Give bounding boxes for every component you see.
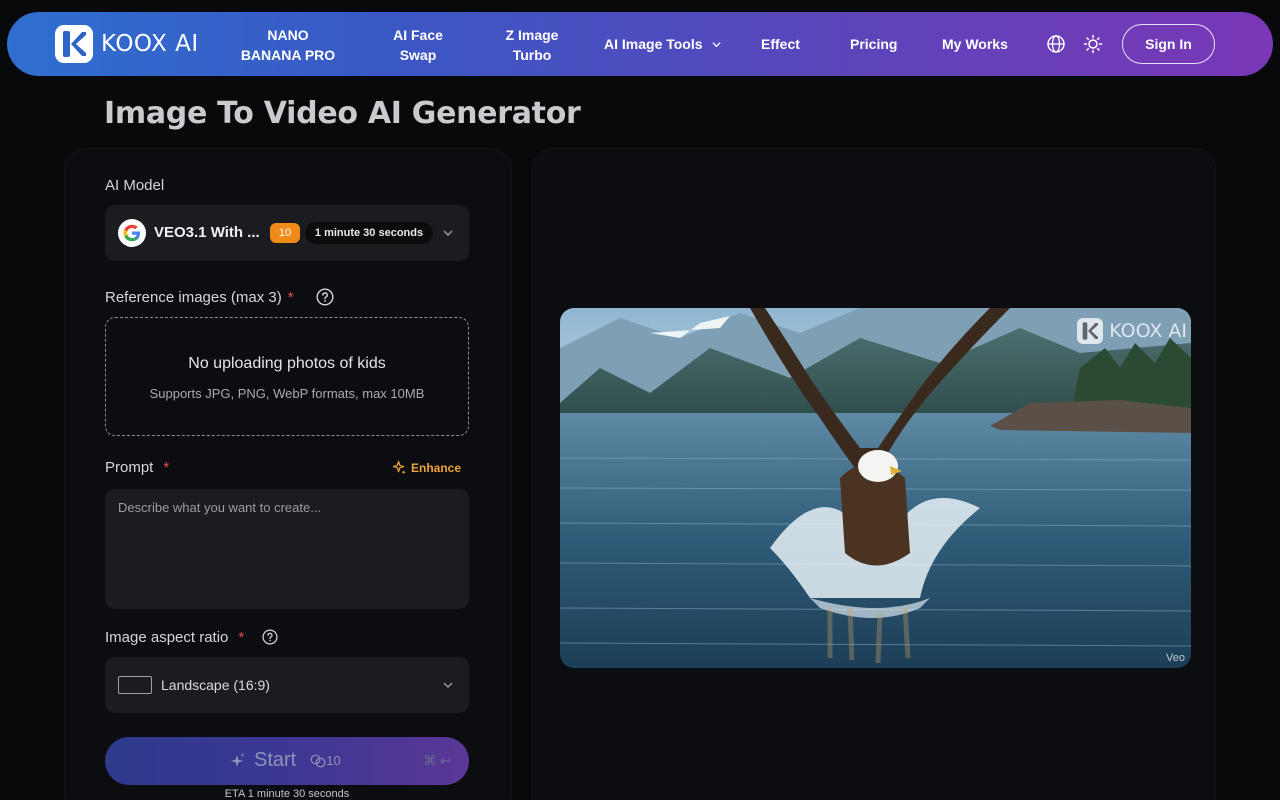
top-nav-bar: KOOX AI NANO BANANA PRO AI Face Swap Z I… [7, 12, 1273, 76]
veo-corner-mark: Veo [1166, 652, 1185, 664]
prompt-textarea[interactable] [105, 489, 469, 609]
sparkle-icon [392, 460, 407, 475]
start-label: Start [254, 749, 297, 771]
nav-link-face-line1: AI Face [393, 27, 443, 43]
nav-link-pricing[interactable]: Pricing [850, 34, 897, 54]
required-asterisk: * [163, 459, 170, 476]
nav-link-ai-face-swap[interactable]: AI Face Swap [383, 25, 453, 65]
nav-link-face-line2: Swap [399, 47, 437, 63]
preview-watermark: KOOX AI [1077, 318, 1187, 344]
nav-link-ai-image-tools-label: AI Image Tools [604, 36, 703, 52]
nav-link-z-image-turbo[interactable]: Z Image Turbo [495, 25, 569, 65]
required-asterisk: * [238, 629, 245, 646]
sun-theme-icon[interactable] [1083, 34, 1103, 54]
help-circle-icon[interactable] [316, 288, 334, 306]
brand-logo[interactable]: KOOX AI [55, 25, 199, 63]
google-logo-icon [118, 219, 146, 247]
start-credit-value: 10 [326, 753, 341, 768]
chevron-down-icon [711, 41, 721, 47]
nav-link-my-works[interactable]: My Works [942, 34, 1008, 54]
sign-in-button[interactable]: Sign In [1122, 24, 1215, 64]
brand-name: KOOX AI [101, 31, 199, 57]
model-credit-badge: 10 [270, 223, 300, 243]
globe-icon[interactable] [1046, 34, 1066, 54]
enhance-prompt-button[interactable]: Enhance [392, 460, 461, 475]
prompt-label: Prompt * [105, 459, 169, 476]
selected-aspect-ratio: Landscape (16:9) [161, 677, 270, 693]
aspect-ratio-label-text: Image aspect ratio [105, 629, 229, 646]
selected-model-name: VEO3.1 With ... [154, 224, 260, 241]
coins-icon [310, 754, 326, 767]
ai-model-select[interactable]: VEO3.1 With ... 10 1 minute 30 seconds [105, 205, 469, 261]
reference-images-label-text: Reference images (max 3) [105, 289, 282, 306]
nav-link-nano-line1: NANO [267, 27, 309, 43]
required-asterisk: * [287, 289, 294, 306]
eagle-over-lake-image [560, 308, 1191, 668]
start-credit-cost: 10 [310, 753, 341, 768]
page-title: Image To Video AI Generator [104, 96, 581, 131]
koox-logo-icon [1077, 318, 1104, 344]
enhance-label: Enhance [411, 460, 462, 475]
reference-image-dropzone[interactable]: No uploading photos of kids Supports JPG… [105, 317, 469, 436]
prompt-label-text: Prompt [105, 459, 154, 476]
chevron-down-icon [443, 682, 453, 688]
nav-link-zimage-line2: Turbo [512, 47, 552, 63]
upload-format-hint: Supports JPG, PNG, WebP formats, max 10M… [149, 386, 425, 401]
sparkle-icon [231, 752, 245, 767]
aspect-ratio-label: Image aspect ratio * [105, 629, 244, 646]
reference-images-label: Reference images (max 3) * [105, 289, 294, 306]
nav-link-nano-banana-pro[interactable]: NANO BANANA PRO [231, 25, 345, 65]
help-circle-icon[interactable] [262, 629, 278, 645]
start-button-content: Start 10 [230, 749, 341, 772]
nav-dropdown-ai-image-tools[interactable]: AI Image Tools [604, 34, 722, 54]
nav-link-nano-line2: BANANA PRO [240, 47, 336, 63]
model-duration-badge: 1 minute 30 seconds [305, 222, 433, 244]
example-video-preview[interactable]: KOOX AI Veo [560, 308, 1191, 668]
watermark-text: KOOX AI [1109, 320, 1187, 342]
chevron-down-icon [443, 230, 453, 236]
upload-title: No uploading photos of kids [188, 355, 386, 372]
koox-logo-icon [55, 25, 93, 63]
eta-text: ETA 1 minute 30 seconds [224, 788, 350, 800]
nav-link-effect[interactable]: Effect [761, 34, 800, 54]
keyboard-shortcut-hint: ⌘ ↩ [423, 753, 451, 768]
start-generate-button[interactable]: Start 10 ⌘ ↩ [105, 737, 469, 785]
aspect-ratio-select[interactable]: Landscape (16:9) [105, 657, 469, 713]
nav-link-zimage-line1: Z Image [505, 27, 559, 43]
landscape-ratio-icon [118, 676, 152, 694]
ai-model-label: AI Model [105, 177, 165, 194]
